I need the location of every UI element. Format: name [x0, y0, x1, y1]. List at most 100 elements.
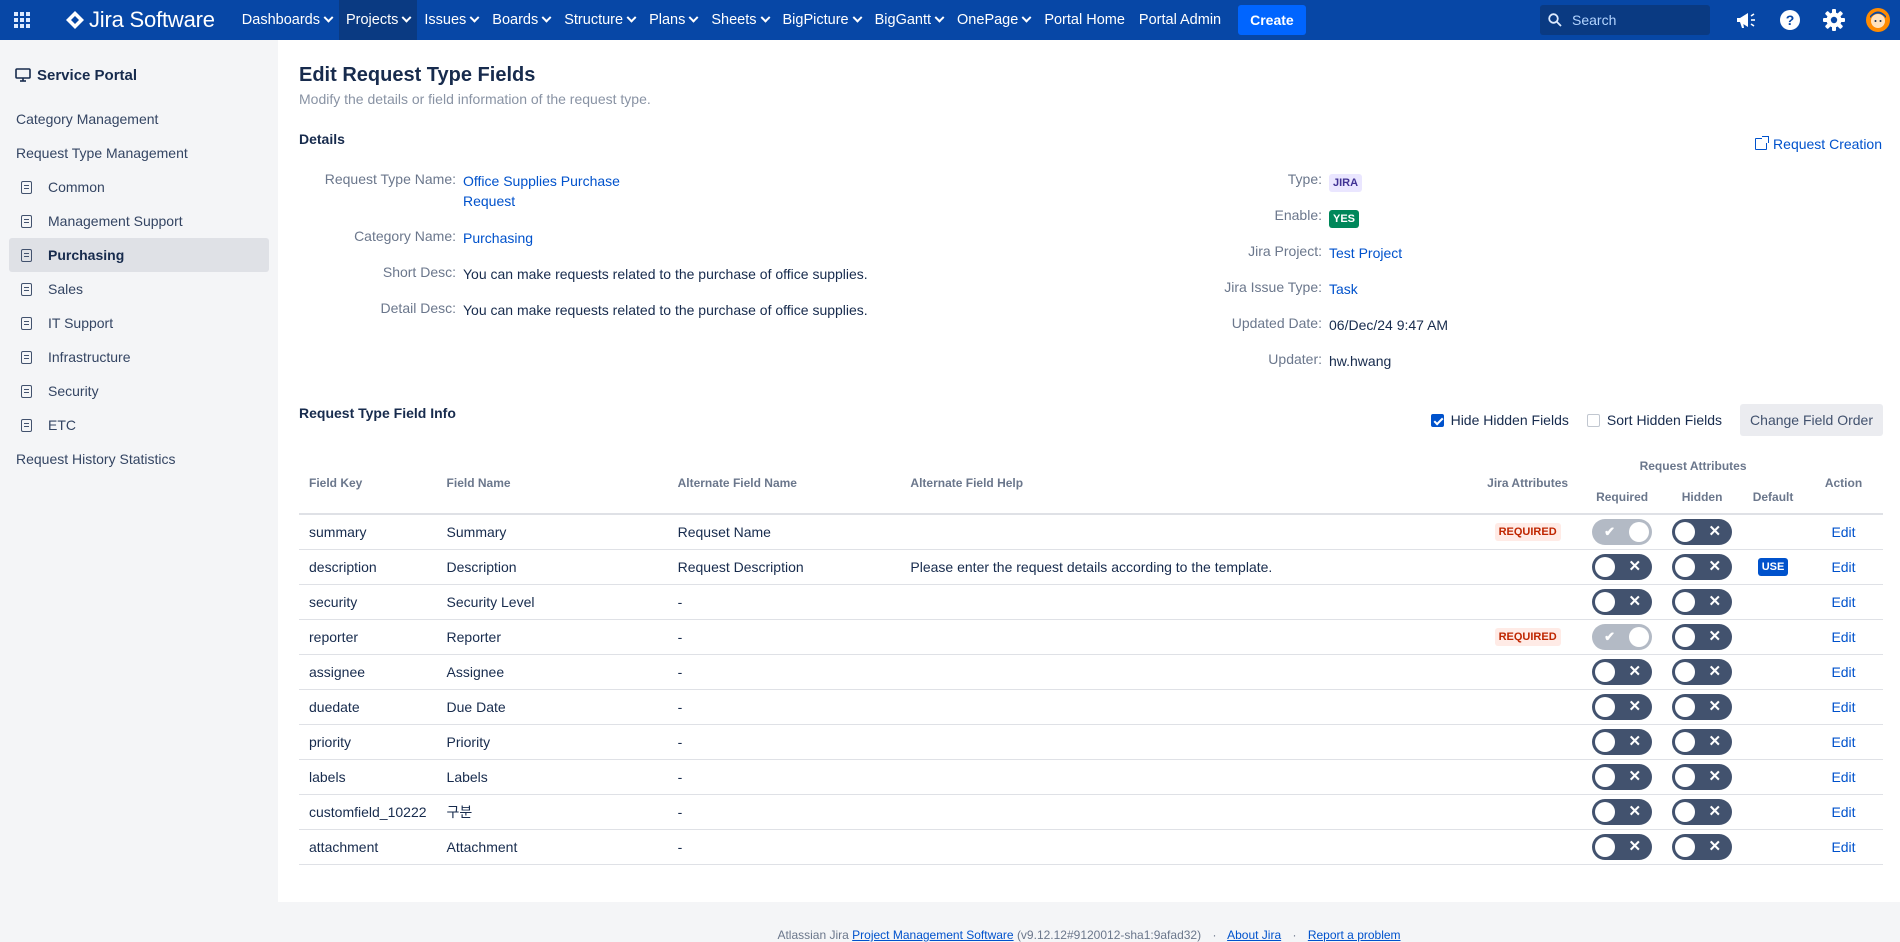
request-creation-link[interactable]: Request Creation — [1755, 136, 1882, 152]
help-icon[interactable]: ? — [1768, 0, 1812, 40]
sort-hidden-fields-box[interactable] — [1586, 413, 1600, 427]
sidebar-item-purchasing[interactable]: Purchasing — [9, 238, 269, 272]
hidden-toggle[interactable]: ✕ — [1672, 798, 1733, 825]
close-icon: ✕ — [1708, 522, 1722, 540]
hide-hidden-fields-checkbox[interactable]: Hide Hidden Fields — [1430, 412, 1569, 428]
sidebar-item-common[interactable]: Common — [9, 170, 269, 204]
hidden-toggle[interactable]: ✕ — [1672, 693, 1733, 720]
close-icon: ✕ — [1708, 802, 1722, 820]
notifications-megaphone-icon[interactable] — [1724, 0, 1768, 40]
app-switcher-icon[interactable] — [0, 0, 44, 40]
cell-default — [1742, 794, 1805, 830]
search-box[interactable] — [1540, 5, 1710, 35]
cell-required: ✔ — [1582, 619, 1663, 655]
jira-logo[interactable]: Jira Software — [66, 7, 215, 33]
nav-item-projects[interactable]: Projects — [338, 0, 418, 40]
edit-link[interactable]: Edit — [1831, 734, 1855, 750]
create-button[interactable]: Create — [1238, 5, 1306, 35]
jira-issue-type-value[interactable]: Task — [1329, 279, 1358, 299]
cell-alternate-field-help — [900, 619, 1474, 655]
nav-item-dashboards[interactable]: Dashboards — [235, 0, 339, 40]
nav-item-bigpicture[interactable]: BigPicture — [776, 0, 868, 40]
change-field-order-button[interactable]: Change Field Order — [1740, 404, 1883, 436]
settings-gear-icon[interactable] — [1812, 0, 1856, 40]
toggle-knob — [1595, 591, 1616, 612]
table-row: description Description Request Descriptio… — [299, 549, 1883, 585]
hidden-toggle[interactable]: ✕ — [1672, 623, 1733, 650]
edit-link[interactable]: Edit — [1831, 804, 1855, 820]
nav-item-onepage[interactable]: OnePage — [950, 0, 1037, 40]
footer-about-link[interactable]: About Jira — [1227, 928, 1281, 942]
required-toggle[interactable]: ✕ — [1592, 728, 1653, 755]
close-icon: ✕ — [1628, 697, 1642, 715]
cell-action: Edit — [1804, 689, 1883, 725]
hidden-toggle[interactable]: ✕ — [1672, 518, 1733, 545]
nav-item-plans[interactable]: Plans — [642, 0, 704, 40]
nav-item-biggantt[interactable]: BigGantt — [868, 0, 950, 40]
cell-alternate-field-name: - — [667, 829, 901, 865]
col-field-key: Field Key — [299, 452, 437, 515]
category-name-value[interactable]: Purchasing — [463, 228, 533, 248]
sidebar-category-management[interactable]: Category Management — [0, 102, 278, 136]
cell-field-key: assignee — [299, 654, 437, 690]
required-toggle: ✔ — [1592, 623, 1653, 650]
sidebar-item-infrastructure[interactable]: Infrastructure — [9, 340, 269, 374]
cell-field-name: Security Level — [436, 584, 668, 620]
edit-link[interactable]: Edit — [1831, 769, 1855, 785]
hidden-toggle[interactable]: ✕ — [1672, 588, 1733, 615]
required-toggle[interactable]: ✕ — [1592, 798, 1653, 825]
footer-pms-link[interactable]: Project Management Software — [852, 928, 1013, 942]
hidden-toggle[interactable]: ✕ — [1672, 728, 1733, 755]
cell-jira-attributes — [1473, 829, 1583, 865]
sort-hidden-fields-checkbox[interactable]: Sort Hidden Fields — [1586, 412, 1723, 428]
jira-project-value[interactable]: Test Project — [1329, 243, 1402, 263]
hide-hidden-fields-box[interactable] — [1430, 413, 1444, 427]
edit-link[interactable]: Edit — [1831, 664, 1855, 680]
request-type-name-value[interactable]: Office Supplies Purchase Request — [463, 171, 623, 211]
edit-link[interactable]: Edit — [1831, 699, 1855, 715]
edit-link[interactable]: Edit — [1831, 559, 1855, 575]
required-toggle[interactable]: ✕ — [1592, 693, 1653, 720]
check-icon: ✔ — [1604, 628, 1615, 644]
sort-hidden-fields-label: Sort Hidden Fields — [1606, 412, 1723, 428]
close-icon: ✕ — [1708, 557, 1722, 575]
required-toggle[interactable]: ✕ — [1592, 553, 1653, 580]
cell-alternate-field-name: - — [667, 654, 901, 690]
sidebar-request-type-management[interactable]: Request Type Management — [0, 136, 278, 170]
footer-separator: · — [1212, 928, 1217, 942]
edit-link[interactable]: Edit — [1831, 594, 1855, 610]
edit-link[interactable]: Edit — [1831, 839, 1855, 855]
cell-hidden: ✕ — [1662, 549, 1743, 585]
hidden-toggle[interactable]: ✕ — [1672, 553, 1733, 580]
hidden-toggle[interactable]: ✕ — [1672, 658, 1733, 685]
detail-desc-value: You can make requests related to the pur… — [463, 302, 868, 318]
sidebar-item-management-support[interactable]: Management Support — [9, 204, 269, 238]
nav-item-structure[interactable]: Structure — [557, 0, 642, 40]
nav-item-label: BigPicture — [782, 12, 849, 28]
required-toggle[interactable]: ✕ — [1592, 833, 1653, 860]
nav-item-issues[interactable]: Issues — [417, 0, 485, 40]
nav-item-portal-home[interactable]: Portal Home — [1037, 0, 1132, 40]
edit-link[interactable]: Edit — [1831, 629, 1855, 645]
nav-item-portal-admin[interactable]: Portal Admin — [1132, 0, 1228, 40]
required-toggle[interactable]: ✕ — [1592, 763, 1653, 790]
cell-field-key: reporter — [299, 619, 437, 655]
hidden-toggle[interactable]: ✕ — [1672, 763, 1733, 790]
sidebar-item-it-support[interactable]: IT Support — [9, 306, 269, 340]
details-heading: Details — [299, 131, 345, 147]
nav-item-boards[interactable]: Boards — [485, 0, 557, 40]
user-avatar[interactable] — [1856, 0, 1900, 40]
hidden-toggle[interactable]: ✕ — [1672, 833, 1733, 860]
required-toggle[interactable]: ✕ — [1592, 588, 1653, 615]
edit-link[interactable]: Edit — [1831, 524, 1855, 540]
nav-item-sheets[interactable]: Sheets — [704, 0, 775, 40]
footer-report-link[interactable]: Report a problem — [1308, 928, 1401, 942]
sidebar-item-etc[interactable]: ETC — [9, 408, 269, 442]
col-hidden: Hidden — [1662, 480, 1743, 515]
detail-enable: Enable: YES — [978, 207, 1360, 228]
required-toggle[interactable]: ✕ — [1592, 658, 1653, 685]
search-input[interactable] — [1570, 11, 1690, 29]
sidebar-item-security[interactable]: Security — [9, 374, 269, 408]
sidebar-request-history-statistics[interactable]: Request History Statistics — [0, 442, 278, 476]
sidebar-item-sales[interactable]: Sales — [9, 272, 269, 306]
